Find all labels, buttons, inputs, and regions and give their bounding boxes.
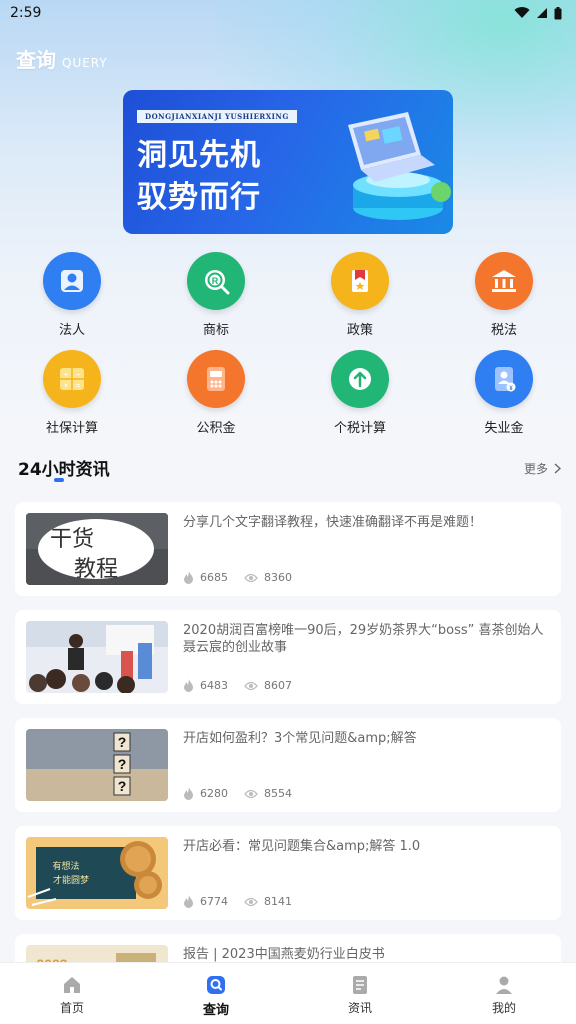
news-thumbnail [26, 621, 168, 693]
nav-query[interactable]: 查询 [144, 963, 288, 1024]
news-section-header: 24小时资讯 更多 [18, 455, 563, 485]
bank-icon [475, 252, 533, 310]
status-bar: 2:59 [0, 0, 576, 26]
news-card[interactable]: 有想法 才能圆梦 开店必看：常见问题集合&amp;解答 1.0 6774 814… [15, 826, 561, 920]
news-title: 开店如何盈利？3个常见问题&amp;解答 [183, 731, 417, 746]
laptop-illustration [348, 112, 451, 220]
news-card[interactable]: 干货 教程 分享几个文字翻译教程，快速准确翻译不再是难题！ 6685 8360 [15, 502, 561, 596]
svg-text:×: × [64, 381, 69, 390]
svg-text:=: = [76, 381, 81, 390]
news-card[interactable]: ? ? ? 开店如何盈利？3个常见问题&amp;解答 6280 8554 [15, 718, 561, 812]
fire-icon [184, 679, 193, 692]
home-icon [64, 977, 80, 993]
fire-icon [184, 895, 193, 908]
fire-icon [184, 787, 193, 800]
svg-text:+: + [64, 370, 69, 379]
page-title: 查询 QUERY [16, 44, 108, 73]
news-thumbnail: 干货 教程 [26, 513, 168, 585]
eye-icon [244, 681, 258, 690]
news-title: 分享几个文字翻译教程，快速准确翻译不再是难题！ [183, 515, 483, 530]
service-social-insurance[interactable]: + − × = 社保计算 [0, 350, 144, 448]
more-link[interactable]: 更多 [524, 460, 561, 477]
nav-home[interactable]: 首页 [0, 963, 144, 1024]
banner-headline-1: 洞见先机 [137, 138, 261, 173]
person-icon [43, 252, 101, 310]
bottom-navigation: 首页 查询 资讯 我的 [0, 962, 576, 1024]
svg-text:有想法: 有想法 [52, 860, 79, 871]
signal-icon [537, 8, 547, 18]
news-title: 2020胡润百富榜唯一90后，29岁奶茶界大“boss” 喜茶创始人聂云宸的创业… [183, 623, 544, 655]
nav-news[interactable]: 资讯 [288, 963, 432, 1024]
calculator-icon: + − × = [43, 350, 101, 408]
service-grid: 法人 R 商标 政策 税法 + − × = 社保计算 公积金 个税计算 ¥ 失业… [0, 252, 576, 448]
service-housing-fund[interactable]: 公积金 [144, 350, 288, 448]
news-card[interactable]: 2020胡润百富榜唯一90后，29岁奶茶界大“boss” 喜茶创始人聂云宸的创业… [15, 610, 561, 704]
svg-text:−: − [76, 370, 81, 379]
chevron-right-icon [554, 463, 561, 474]
like-count: 6774 [200, 895, 228, 908]
trademark-icon: R [187, 252, 245, 310]
like-count: 6685 [200, 571, 228, 584]
svg-text:?: ? [118, 778, 127, 794]
eye-icon [244, 897, 258, 906]
battery-icon [554, 6, 562, 19]
policy-icon [331, 252, 389, 310]
eye-icon [244, 789, 258, 798]
svg-text:?: ? [118, 756, 127, 772]
news-title: 开店必看：常见问题集合&amp;解答 1.0 [183, 839, 421, 854]
view-count: 8554 [264, 787, 292, 800]
section-title-indicator [54, 478, 64, 482]
banner-headline-2: 驭势而行 [137, 180, 261, 215]
news-list: 干货 教程 分享几个文字翻译教程，快速准确翻译不再是难题！ 6685 8360 [15, 502, 561, 1024]
search-icon [207, 976, 225, 994]
nav-profile[interactable]: 我的 [432, 963, 576, 1024]
page-title-cn: 查询 [16, 48, 56, 72]
service-unemployment[interactable]: ¥ 失业金 [432, 350, 576, 448]
like-count: 6280 [200, 787, 228, 800]
svg-text:?: ? [118, 734, 127, 750]
eye-icon [244, 573, 258, 582]
tax-up-icon [331, 350, 389, 408]
page-title-en: QUERY [62, 56, 108, 70]
badge-icon: ¥ [475, 350, 533, 408]
news-icon [353, 976, 367, 994]
promo-banner[interactable]: DONGJIANXIANJI YUSHIERXING 洞见先机 驭势而行 [123, 90, 453, 234]
news-thumbnail: 有想法 才能圆梦 [26, 837, 168, 909]
view-count: 8141 [264, 895, 292, 908]
section-title: 24小时资讯 [18, 460, 110, 480]
service-policy[interactable]: 政策 [288, 252, 432, 350]
profile-icon [496, 976, 512, 994]
banner-subtitle: DONGJIANXIANJI YUSHIERXING [137, 110, 297, 123]
service-legal-person[interactable]: 法人 [0, 252, 144, 350]
status-time: 2:59 [10, 5, 42, 21]
view-count: 8607 [264, 679, 292, 692]
like-count: 6483 [200, 679, 228, 692]
news-title: 报告 | 2023中国燕麦奶行业白皮书 [183, 947, 385, 962]
service-income-tax[interactable]: 个税计算 [288, 350, 432, 448]
svg-text:才能圆梦: 才能圆梦 [53, 874, 89, 885]
wifi-icon [514, 7, 530, 19]
svg-text:教程: 教程 [74, 556, 118, 581]
fund-icon [187, 350, 245, 408]
service-tax-law[interactable]: 税法 [432, 252, 576, 350]
svg-text:干货: 干货 [50, 526, 94, 551]
fire-icon [184, 571, 193, 584]
svg-text:R: R [212, 276, 219, 286]
service-trademark[interactable]: R 商标 [144, 252, 288, 350]
view-count: 8360 [264, 571, 292, 584]
news-thumbnail: ? ? ? [26, 729, 168, 801]
